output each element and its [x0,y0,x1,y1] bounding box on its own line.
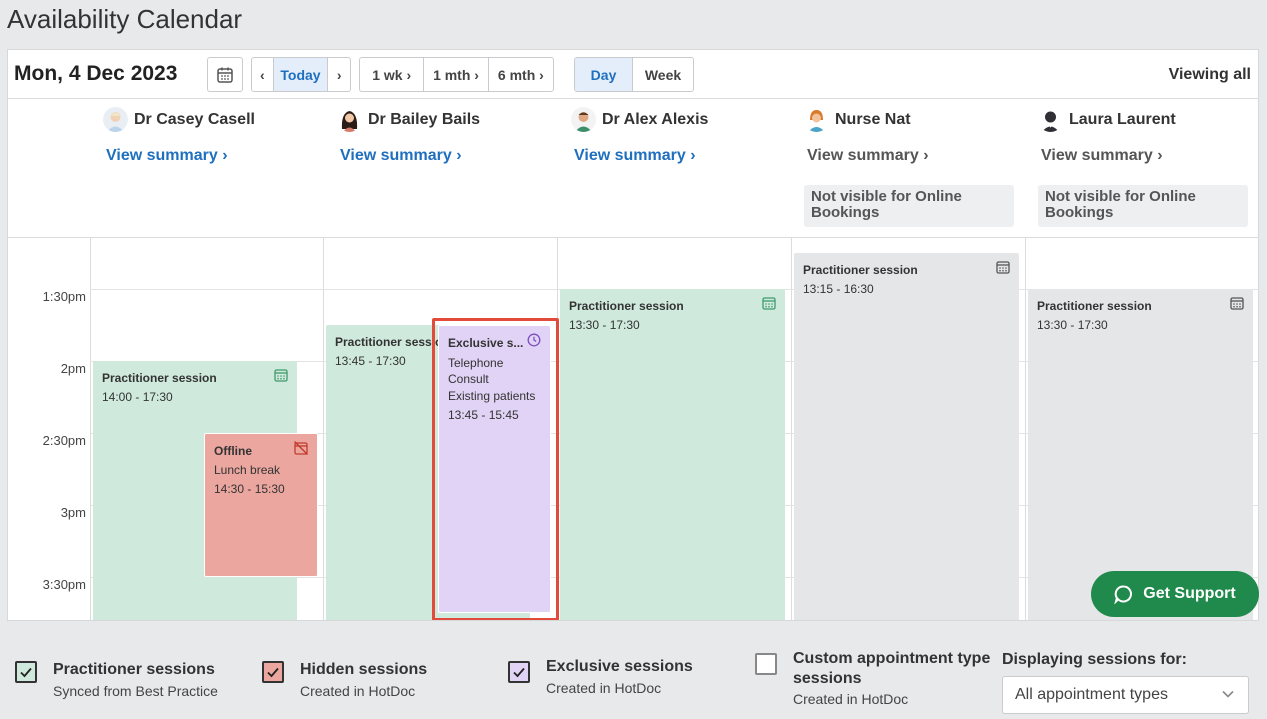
jump-6mth-button[interactable]: 6 mth › [489,58,553,91]
practitioner-name: Laura Laurent [1038,107,1176,132]
practitioner-laura: Laura Laurent View summary › Not visible… [1038,99,1258,238]
column-divider [1025,238,1026,620]
selection-highlight [432,318,559,620]
avatar [1038,107,1063,132]
today-button[interactable]: Today [273,58,329,91]
avatar [571,107,596,132]
page-title: Availability Calendar [7,4,243,34]
column-divider [90,238,91,620]
view-toggle-group: Day Week [574,57,694,92]
column-divider [791,238,792,620]
practitioner-name: Dr Alex Alexis [571,107,708,132]
prev-day-button[interactable]: ‹ [252,58,274,91]
practitioner-name: Dr Casey Casell [103,107,255,132]
view-summary-link[interactable]: View summary › [340,147,462,165]
chevron-down-icon [1222,690,1234,698]
jump-1wk-button[interactable]: 1 wk › [360,58,425,91]
current-date: Mon, 4 Dec 2023 [14,62,178,85]
time-label: 3pm [60,505,86,520]
calendar-off-icon [294,441,308,455]
legend-checkbox[interactable] [262,661,284,683]
practitioner-name: Nurse Nat [804,107,911,132]
time-label: 3:30pm [42,577,86,592]
date-picker-button[interactable] [207,57,243,92]
calendar-icon [1230,297,1244,310]
time-label: 2:30pm [42,433,86,448]
check-icon [267,667,279,678]
chat-bubble-icon [1114,585,1133,604]
practitioner-alex: Dr Alex Alexis View summary › [571,99,805,238]
appointment-type-select[interactable]: All appointment types [1002,676,1249,714]
calendar-icon [996,261,1010,274]
practitioner-name: Dr Bailey Bails [337,107,480,132]
view-summary-link[interactable]: View summary › [574,147,696,165]
today-nav-group: ‹ Today › [251,57,351,92]
calendar-icon [274,369,288,382]
practitioner-header-row: Dr Casey Casell View summary › Dr Bailey… [8,99,1258,238]
avatar [804,107,829,132]
viewing-filter[interactable]: Viewing all [1169,66,1251,84]
legend-checkbox[interactable] [755,653,777,675]
practitioner-nat: Nurse Nat View summary › Not visible for… [804,99,1038,238]
time-label: 2pm [60,361,86,376]
legend-checkbox[interactable] [508,661,530,683]
view-summary-link[interactable]: View summary › [807,147,929,165]
column-divider [323,238,324,620]
calendar-icon [217,67,233,83]
jump-1mth-button[interactable]: 1 mth › [424,58,489,91]
range-jump-group: 1 wk › 1 mth › 6 mth › [359,57,554,92]
legend-checkbox[interactable] [15,661,37,683]
practitioner-bailey: Dr Bailey Bails View summary › [337,99,571,238]
get-support-button[interactable]: Get Support [1091,571,1259,617]
view-summary-link[interactable]: View summary › [106,147,228,165]
time-label: 1:30pm [42,289,86,304]
practitioner-casey: Dr Casey Casell View summary › [103,99,337,238]
calendar-icon [762,297,776,310]
filter-label: Displaying sessions for: [1002,651,1187,668]
avatar [337,107,362,132]
calendar-panel: Mon, 4 Dec 2023 ‹ Today › 1 wk › 1 mth ›… [7,49,1259,621]
practitioner-session-block[interactable]: Practitioner session 13:30 - 17:30 [560,289,785,620]
practitioner-session-block[interactable]: Practitioner session 13:15 - 16:30 [794,253,1019,620]
offline-session-block[interactable]: Offline Lunch break 14:30 - 15:30 [204,433,318,577]
check-icon [513,667,525,678]
view-summary-link[interactable]: View summary › [1041,147,1163,165]
calendar-toolbar: Mon, 4 Dec 2023 ‹ Today › 1 wk › 1 mth ›… [8,50,1258,99]
week-view-button[interactable]: Week [633,58,693,91]
avatar [103,107,128,132]
next-day-button[interactable]: › [328,58,350,91]
not-visible-badge: Not visible for Online Bookings [1038,185,1248,227]
check-icon [20,667,32,678]
day-view-button[interactable]: Day [575,58,634,91]
not-visible-badge: Not visible for Online Bookings [804,185,1014,227]
day-grid: 1:30pm 2pm 2:30pm 3pm 3:30pm Practitione… [8,238,1258,620]
